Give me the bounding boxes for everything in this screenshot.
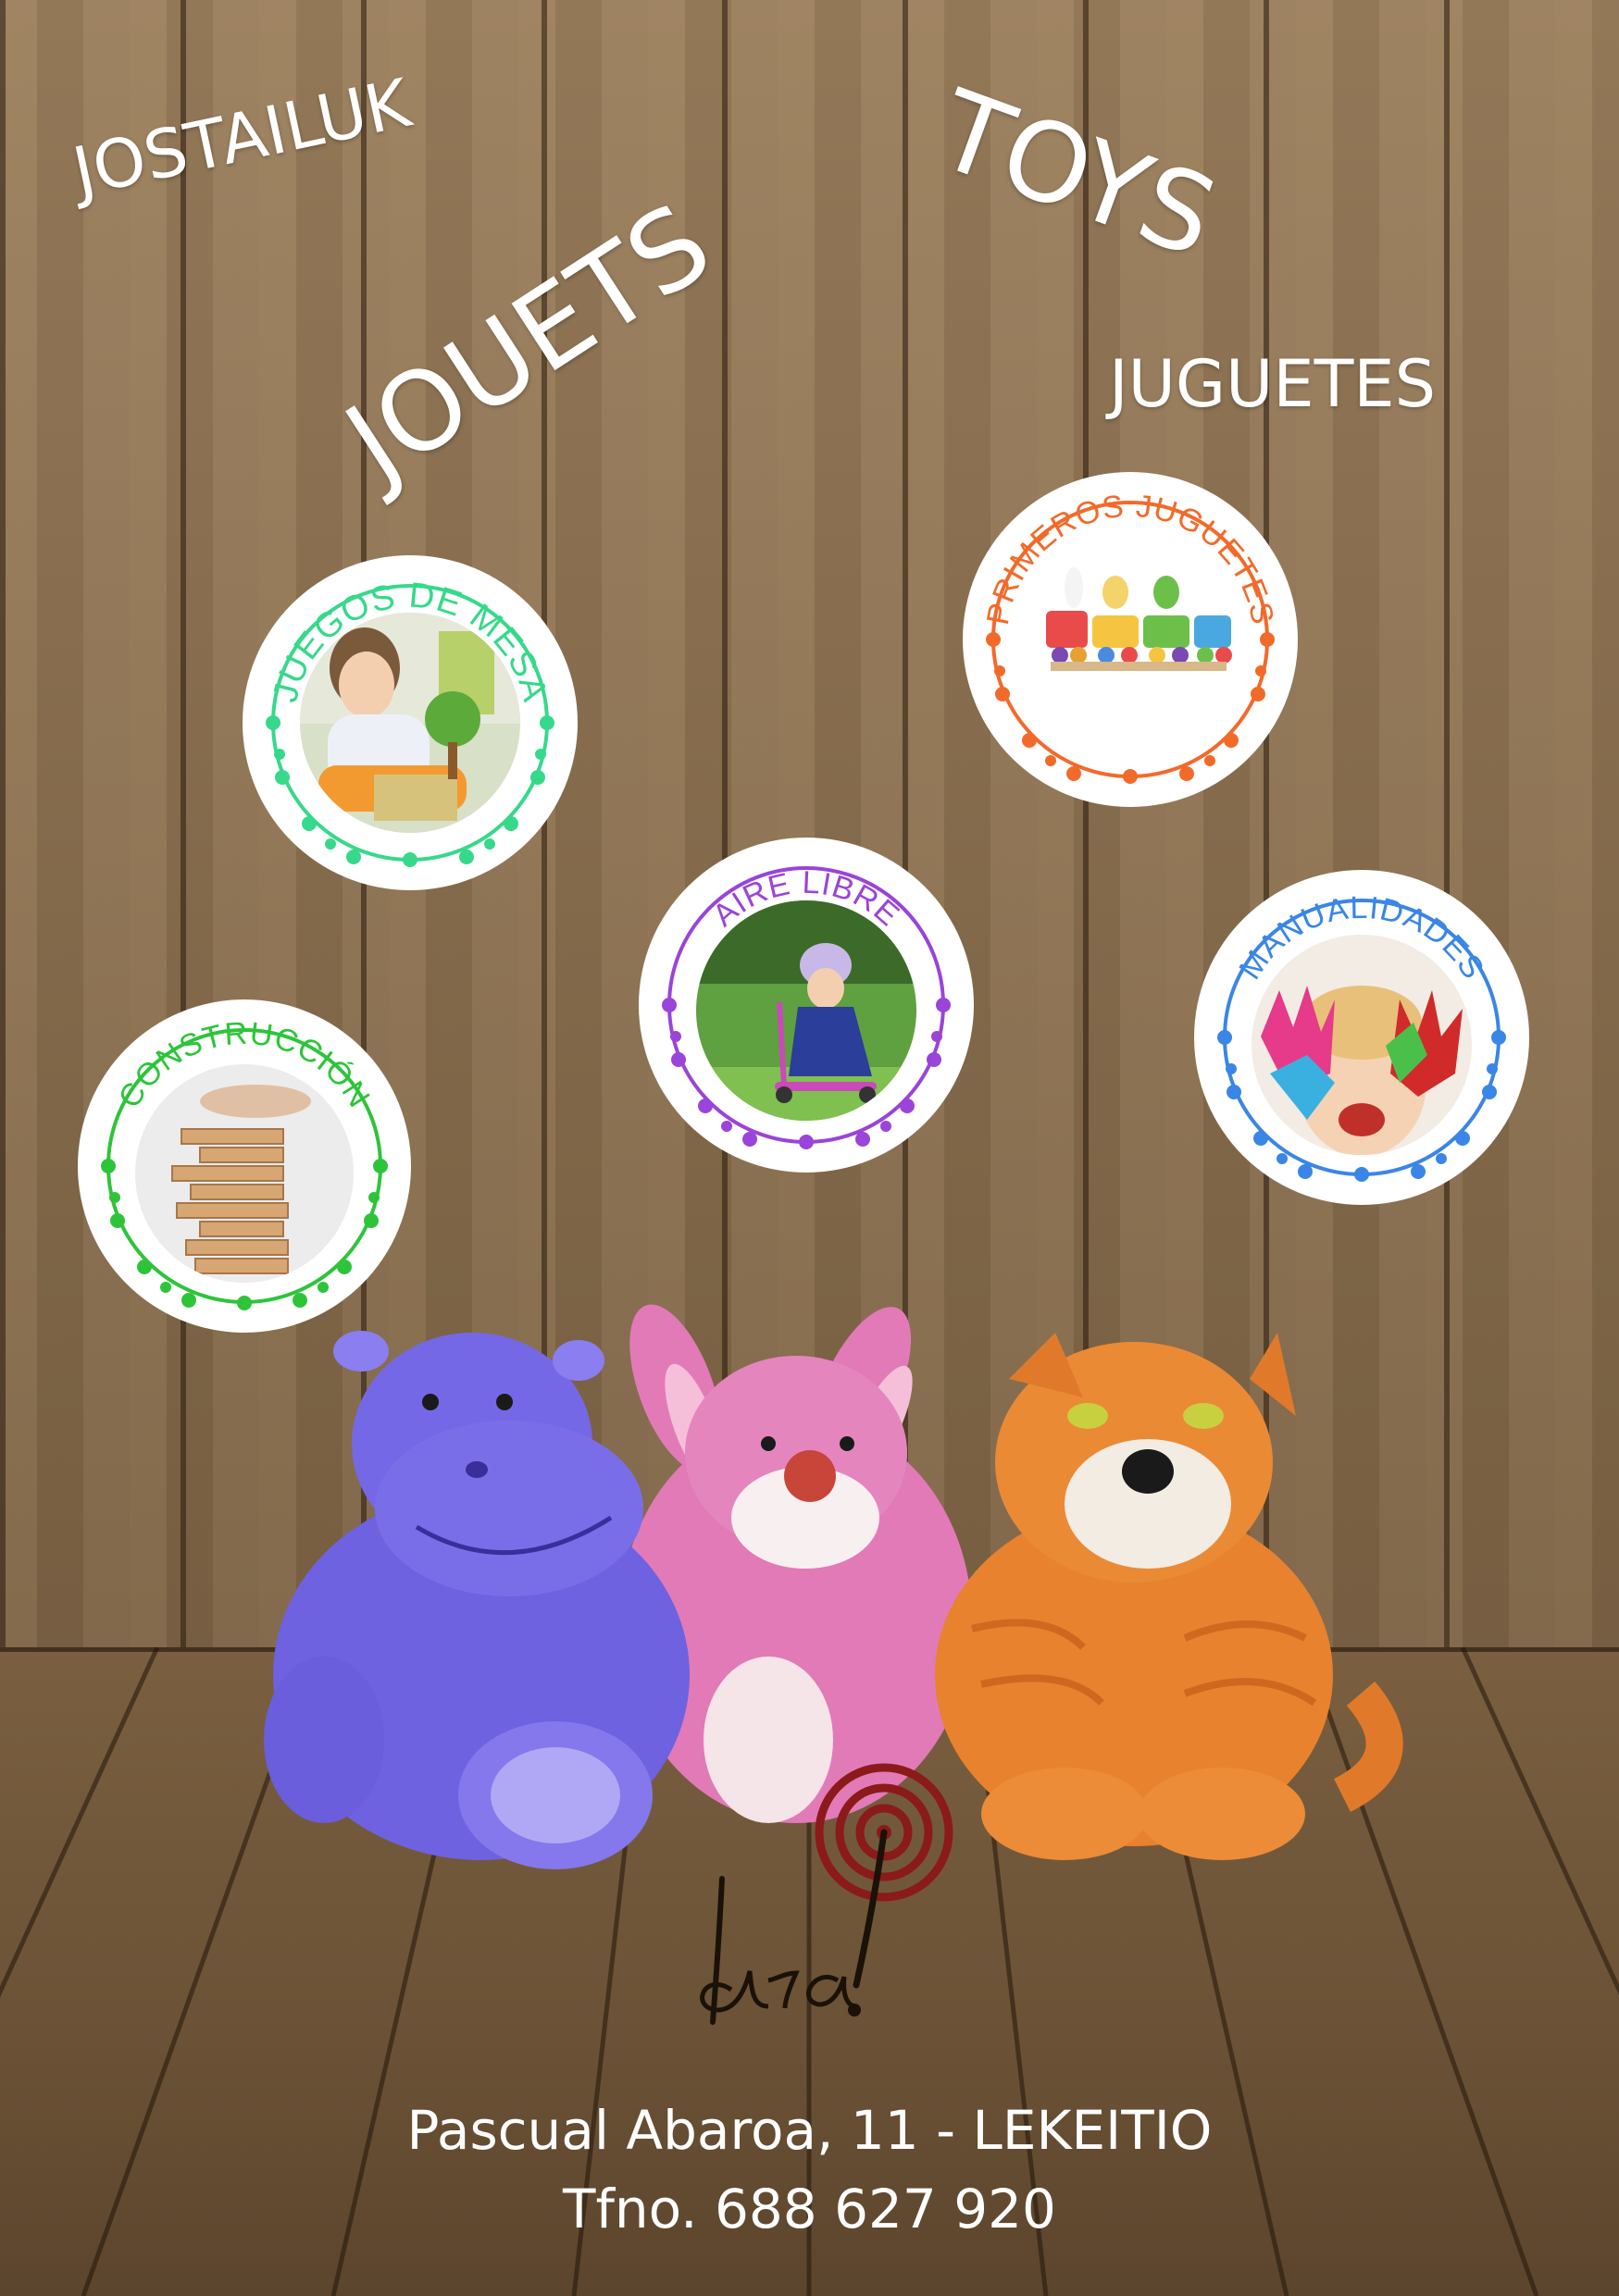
badge-manualidades[interactable]: MANUALIDADES [1194,870,1529,1205]
child-board-game-photo [300,613,520,833]
badge-juegos-de-mesa[interactable]: JUEGOS DE MESA [243,555,578,890]
badge-frame: PRIMEROS JUGUETES [963,472,1298,807]
wooden-blocks-photo [135,1064,354,1283]
headline-juguetes: JUGUETES [1109,346,1437,422]
address-text: Pascual Abaroa, 11 - LEKEITIO [406,2099,1213,2162]
child-painted-hands-photo [1252,935,1472,1155]
poster: JOSTAILUK JOUETS TOYS JUGUETES JUEGOS DE… [0,0,1619,2296]
ara-logo [666,1758,1000,2054]
child-scooter-photo [696,900,916,1121]
blue-hippo-plush [264,1331,690,1869]
phone-text: Tfno. 688 627 920 [563,2178,1056,2240]
badge-primeros-juguetes[interactable]: PRIMEROS JUGUETES [963,472,1298,807]
orange-cat-plush [935,1333,1403,1860]
badge-aire-libre[interactable]: AIRE LIBRE [639,838,974,1173]
